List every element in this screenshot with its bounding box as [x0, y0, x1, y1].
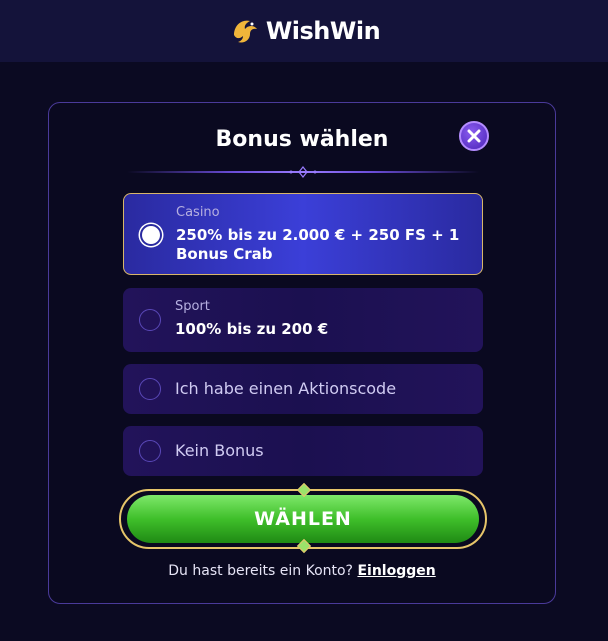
top-bar: WishWin — [0, 0, 608, 62]
login-link[interactable]: Einloggen — [357, 563, 435, 579]
bonus-option-promo-code[interactable]: Ich habe einen Aktionscode — [123, 364, 483, 414]
option-category: Sport — [175, 299, 210, 314]
bonus-option-sport[interactable]: Sport 100% bis zu 200 € — [123, 288, 483, 352]
option-text: Kein Bonus — [175, 441, 264, 460]
brand-name: WishWin — [265, 17, 381, 45]
divider-ornament-icon — [289, 166, 317, 178]
radio-sport[interactable] — [139, 309, 161, 331]
close-button[interactable] — [459, 121, 489, 151]
radio-promo-code[interactable] — [139, 378, 161, 400]
radio-no-bonus[interactable] — [139, 440, 161, 462]
option-text: Ich habe einen Aktionscode — [175, 379, 397, 398]
logo[interactable]: WishWin — [228, 13, 381, 49]
bonus-modal: Bonus wählen Casino 250% bis zu 2.000 € … — [48, 102, 556, 604]
submit-button-label: WÄHLEN — [127, 495, 479, 543]
bonus-option-casino[interactable]: Casino 250% bis zu 2.000 € + 250 FS + 1 … — [123, 193, 483, 275]
close-icon — [467, 129, 481, 143]
option-text: 100% bis zu 200 € — [175, 320, 329, 338]
dragon-logo-icon — [233, 20, 257, 43]
login-prompt-line: Du hast bereits ein Konto? Einloggen — [49, 563, 555, 579]
login-prompt: Du hast bereits ein Konto? — [168, 563, 353, 579]
option-category: Casino — [176, 205, 220, 220]
bonus-option-no-bonus[interactable]: Kein Bonus — [123, 426, 483, 476]
option-text: 250% bis zu 2.000 € + 250 FS + 1 Bonus C… — [176, 226, 460, 263]
radio-casino[interactable] — [140, 224, 162, 246]
